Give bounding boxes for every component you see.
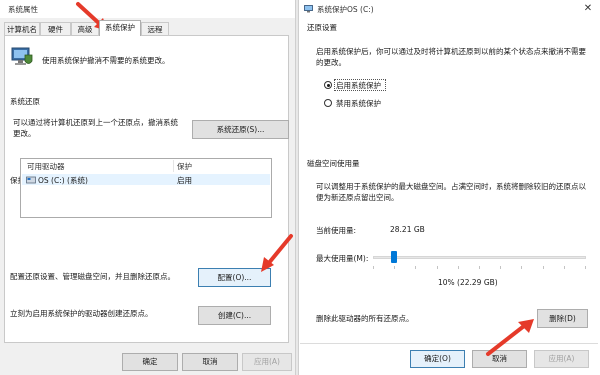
tab-remote[interactable]: 远程 bbox=[141, 22, 169, 35]
slider-ticks bbox=[373, 266, 586, 269]
create-text: 立刻为启用系统保护的驱动器创建还原点。 bbox=[10, 309, 153, 318]
max-usage-slider-thumb[interactable] bbox=[391, 251, 398, 263]
slider-tick bbox=[563, 266, 565, 269]
restore-settings-description: 启用系统保护后，你可以通过及时将计算机还原到以前的某个状态点来撤消不需要的更改。 bbox=[316, 47, 586, 67]
max-usage-value: 10% (22.29 GB) bbox=[438, 278, 498, 287]
drive-protection-status: 启用 bbox=[177, 176, 192, 185]
tab-computer-name[interactable]: 计算机名 bbox=[4, 22, 40, 35]
disable-protection-label[interactable]: 禁用系统保护 bbox=[336, 98, 381, 109]
drive-icon bbox=[26, 176, 36, 184]
drives-table: 可用驱动器 保护 OS (C:) (系统) 启用 bbox=[20, 158, 272, 218]
slider-tick bbox=[521, 266, 523, 269]
computer-shield-icon bbox=[11, 47, 33, 65]
slider-tick bbox=[479, 266, 480, 269]
tab-system-protection[interactable]: 系统保护 bbox=[99, 20, 141, 36]
arrow-to-configure-icon bbox=[261, 234, 293, 272]
disable-protection-radio[interactable] bbox=[324, 99, 332, 107]
ok-button[interactable]: 确定 bbox=[122, 353, 178, 371]
close-icon[interactable]: ✕ bbox=[580, 2, 596, 16]
system-restore-button[interactable]: 系统还原(S)... bbox=[192, 120, 289, 139]
disk-usage-heading: 磁盘空间使用量 bbox=[307, 159, 360, 168]
system-restore-description: 可以通过将计算机还原到上一个还原点，撤消系统更改。 bbox=[13, 118, 178, 138]
delete-restore-points-text: 删除此驱动器的所有还原点。 bbox=[316, 314, 414, 323]
slider-tick bbox=[500, 266, 502, 269]
disk-usage-description: 可以调整用于系统保护的最大磁盘空间。占满空间时，系统将删除较旧的还原点以便为新还… bbox=[316, 182, 586, 202]
slider-tick bbox=[394, 266, 396, 269]
title-bar: 系统属性 bbox=[0, 0, 295, 18]
window-title: 系统属性 bbox=[8, 5, 38, 14]
create-button[interactable]: 创建(C)... bbox=[198, 306, 271, 325]
column-header-protection: 保护 bbox=[177, 162, 192, 171]
slider-tick bbox=[436, 266, 438, 269]
dialog-title: 系统保护OS (C:) bbox=[317, 5, 374, 14]
apply-button[interactable]: 应用(A) bbox=[242, 353, 292, 371]
current-usage-label: 当前使用量: bbox=[316, 226, 357, 235]
max-usage-slider-track[interactable] bbox=[373, 256, 586, 259]
delete-button[interactable]: 删除(D) bbox=[537, 309, 588, 328]
column-header-drive: 可用驱动器 bbox=[27, 162, 65, 171]
arrow-to-delete-icon bbox=[486, 319, 534, 356]
tab-hardware[interactable]: 硬件 bbox=[40, 22, 71, 35]
system-restore-heading: 系统还原 bbox=[10, 97, 40, 106]
dialog-title-bar: 系统保护OS (C:) ✕ bbox=[299, 0, 600, 18]
enable-protection-radio[interactable] bbox=[324, 81, 332, 89]
cancel-button[interactable]: 取消 bbox=[182, 353, 238, 371]
configure-text: 配置还原设置、管理磁盘空间，并且删除还原点。 bbox=[10, 272, 175, 281]
intro-text: 使用系统保护撤消不需要的系统更改。 bbox=[42, 56, 170, 65]
slider-tick bbox=[373, 266, 374, 269]
max-usage-label: 最大使用量(M): bbox=[316, 254, 369, 263]
current-usage-value: 28.21 GB bbox=[390, 225, 425, 234]
enable-protection-label[interactable]: 启用系统保护 bbox=[336, 80, 381, 91]
slider-tick bbox=[542, 266, 544, 269]
slider-tick bbox=[585, 266, 586, 269]
dialog-ok-button[interactable]: 确定(O) bbox=[410, 350, 465, 368]
dialog-apply-button[interactable]: 应用(A) bbox=[534, 350, 589, 368]
system-properties-window: 系统属性 计算机名 硬件 高级 系统保护 远程 使用系统保护撤消不需要的系统更改… bbox=[0, 0, 296, 375]
computer-icon bbox=[304, 5, 313, 13]
slider-tick bbox=[415, 266, 417, 269]
slider-tick bbox=[457, 266, 459, 269]
table-row[interactable]: OS (C:) (系统) 启用 bbox=[22, 174, 270, 185]
column-separator bbox=[173, 160, 174, 172]
footer-divider bbox=[300, 343, 598, 344]
restore-settings-heading: 还原设置 bbox=[307, 23, 337, 32]
drive-name: OS (C:) (系统) bbox=[38, 176, 88, 185]
